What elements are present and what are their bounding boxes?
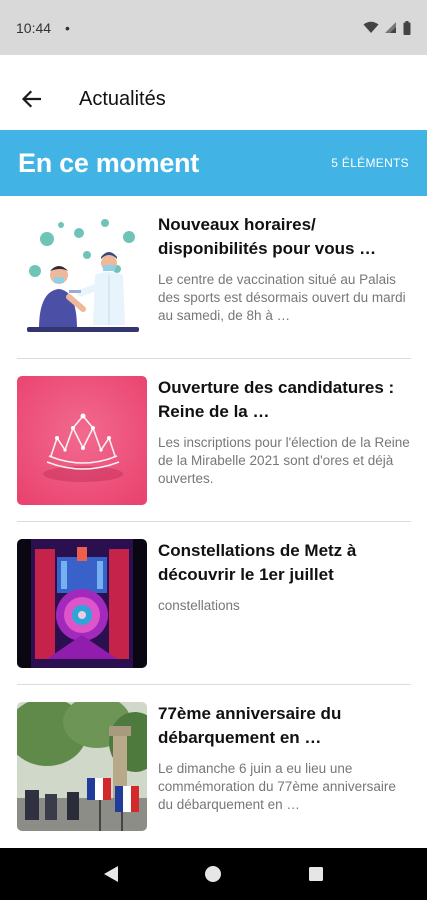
news-item-text: Constellations de Metz à découvrir le 1e… [158,539,411,685]
tiara-photo [17,376,147,505]
news-item-description: constellations [158,598,240,613]
news-item-title: Ouverture des candidatures : Reine de la… [158,378,395,421]
news-item[interactable]: Ouverture des candidatures : Reine de la… [0,359,427,522]
news-item-description: Les inscriptions pour l'élection de la R… [158,435,410,486]
battery-icon [403,20,411,35]
triangle-back-icon [104,866,119,882]
news-item-text: Nouveaux horaires/ disponibilités pour v… [158,213,411,359]
light-projection-photo [17,539,147,668]
back-button[interactable] [0,68,62,130]
news-item-title: Nouveaux horaires/ disponibilités pour v… [158,215,377,258]
item-count: 5 ÉLÉMENTS [331,156,409,170]
signal-icon [385,22,396,33]
circle-home-icon [205,866,222,882]
nav-back-button[interactable] [91,854,131,894]
news-item-description: Le dimanche 6 juin a eu lieu une commémo… [158,761,396,812]
notification-dot: • [65,19,70,36]
wifi-icon [363,21,379,33]
square-recents-icon [308,867,323,881]
vaccination-illustration [17,213,147,342]
section-banner: En ce moment 5 ÉLÉMENTS [0,130,427,196]
nav-recents-button[interactable] [296,854,336,894]
news-item[interactable]: Nouveaux horaires/ disponibilités pour v… [0,196,427,359]
nav-home-button[interactable] [193,854,233,894]
ceremony-flags-photo [17,702,147,831]
arrow-left-icon [21,90,41,108]
news-list: Nouveaux horaires/ disponibilités pour v… [0,196,427,848]
news-item-text: 77ème anniversaire du débarquement en … … [158,702,411,848]
news-item-text: Ouverture des candidatures : Reine de la… [158,376,411,522]
news-item[interactable]: 77ème anniversaire du débarquement en … … [0,685,427,848]
news-item-description: Le centre de vaccination situé au Palais… [158,272,406,323]
section-heading: En ce moment [18,147,199,178]
status-time: 10:44 [16,19,52,36]
page-title: Actualités [79,87,166,110]
news-item[interactable]: Constellations de Metz à découvrir le 1e… [0,522,427,685]
system-nav-bar [0,848,427,900]
status-bar: 10:44 • [0,0,427,55]
status-icons [363,20,411,35]
news-item-title: 77ème anniversaire du débarquement en … [158,704,342,747]
app-bar: Actualités [0,68,427,130]
news-item-title: Constellations de Metz à découvrir le 1e… [158,541,357,584]
